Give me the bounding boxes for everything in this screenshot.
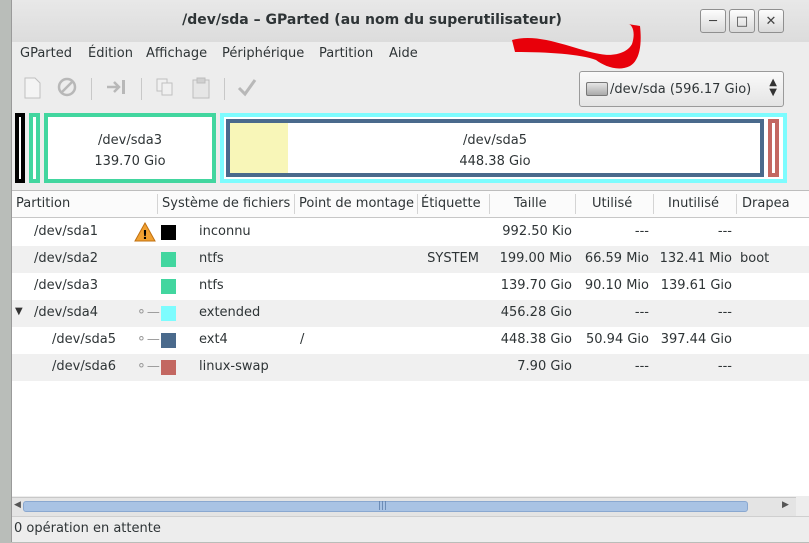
red-annotation-arrow bbox=[512, 24, 641, 69]
